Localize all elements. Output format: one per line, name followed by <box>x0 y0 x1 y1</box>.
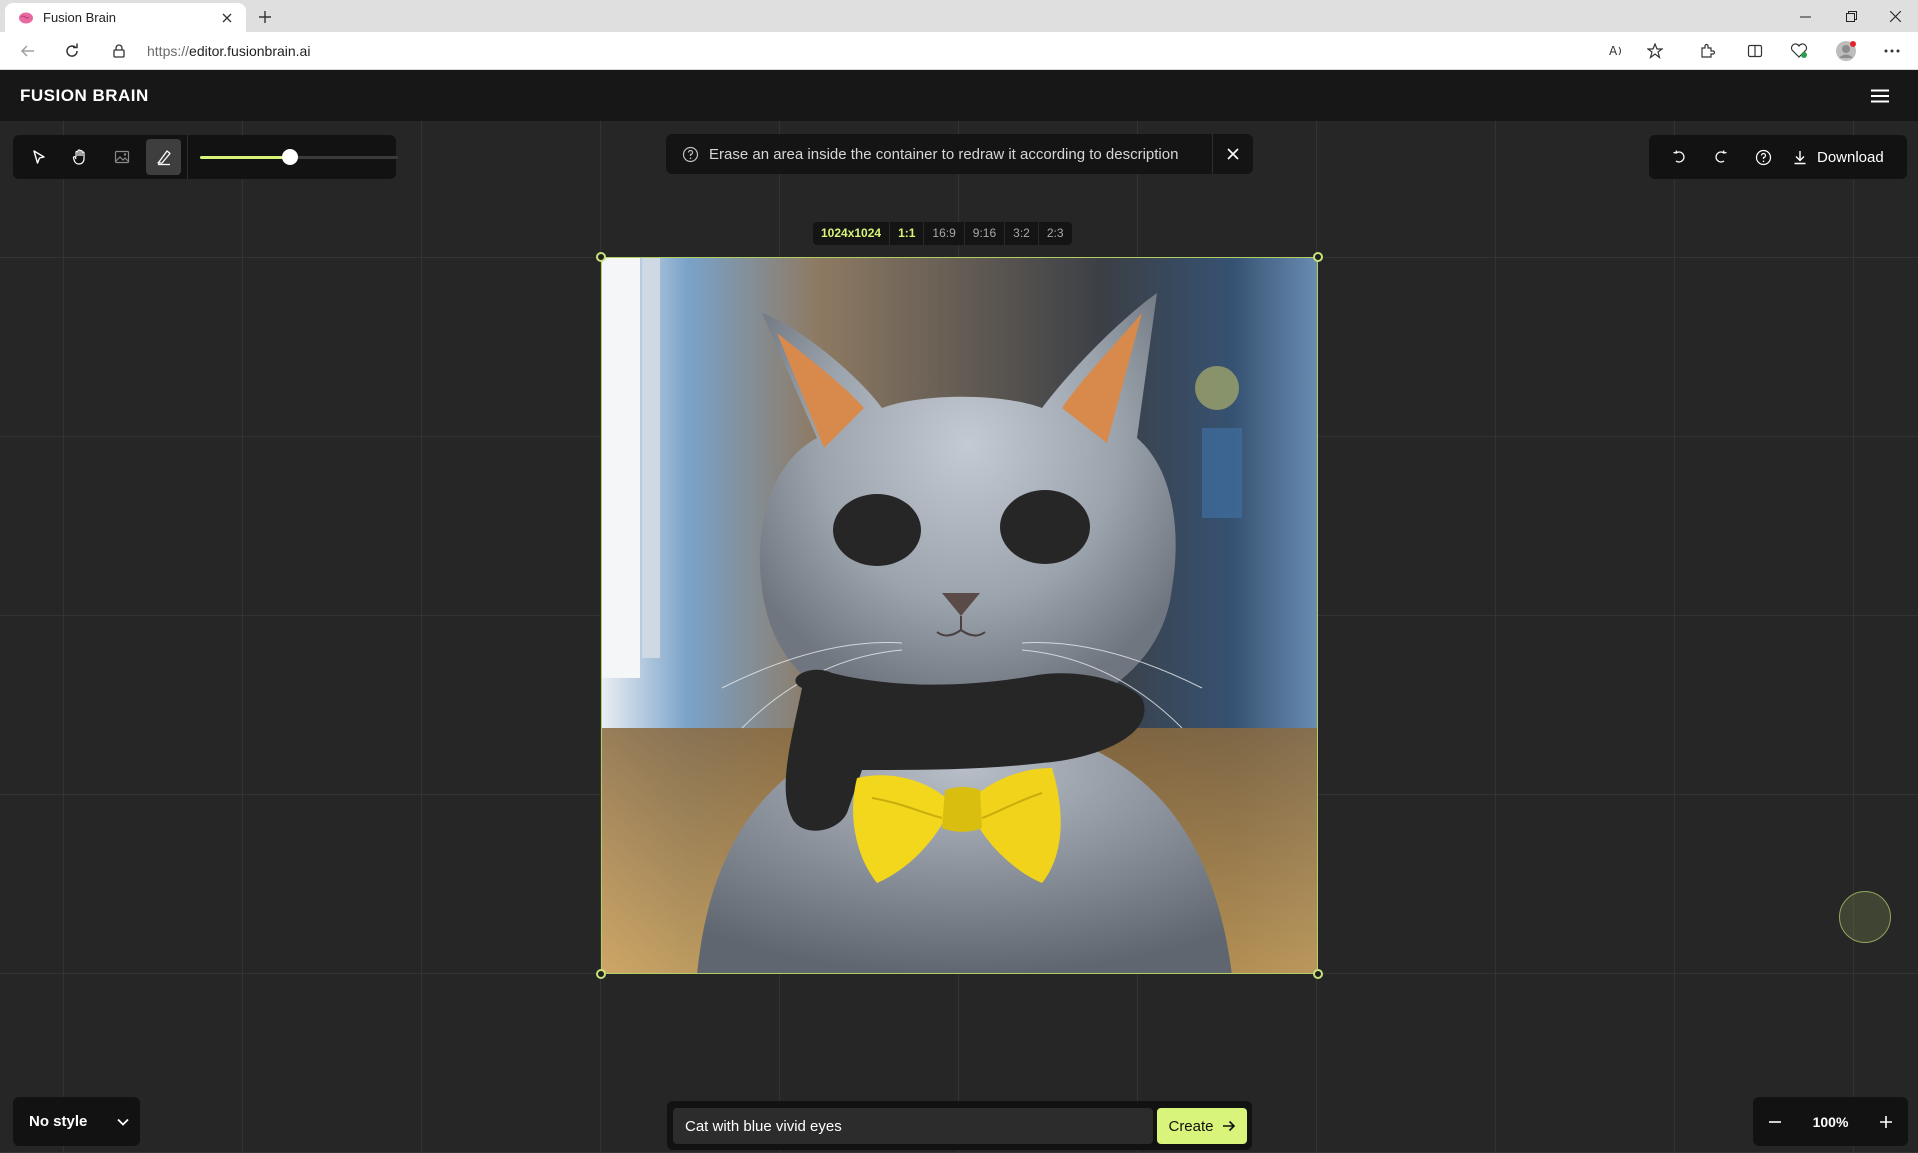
lock-icon[interactable] <box>105 44 133 58</box>
arrow-right-icon <box>1222 1120 1236 1132</box>
brush-size-slider[interactable] <box>200 147 399 167</box>
ratio-option-9-16[interactable]: 9:16 <box>963 222 1004 245</box>
tab-title: Fusion Brain <box>43 10 116 25</box>
address-bar[interactable]: https://editor.fusionbrain.ai <box>105 35 1665 67</box>
download-button[interactable]: Download <box>1793 149 1884 166</box>
new-tab-button[interactable] <box>252 4 278 30</box>
generated-cat-image[interactable] <box>602 258 1318 974</box>
create-button[interactable]: Create <box>1157 1108 1247 1144</box>
browser-tab[interactable]: Fusion Brain <box>5 3 246 32</box>
erased-right-eye <box>1000 490 1090 564</box>
favorite-star-icon[interactable] <box>1639 35 1671 67</box>
slider-knob[interactable] <box>282 149 299 165</box>
ratio-option-2-3[interactable]: 2:3 <box>1037 222 1072 245</box>
browser-toolbar: https://editor.fusionbrain.ai A <box>0 32 1918 70</box>
style-dropdown[interactable]: No style <box>13 1097 140 1146</box>
tool-panel <box>13 135 399 179</box>
download-label: Download <box>1817 148 1884 166</box>
chevron-down-icon <box>106 1118 140 1126</box>
minimize-icon[interactable] <box>1782 0 1828 32</box>
editor-canvas[interactable]: Erase an area inside the container to re… <box>0 121 1918 1153</box>
pan-hand-tool-button[interactable] <box>63 139 99 175</box>
resolution-label: 1024x1024 <box>821 226 882 240</box>
toolbar-divider <box>187 135 189 179</box>
prompt-input[interactable] <box>673 1108 1153 1144</box>
erased-left-eye <box>833 494 921 566</box>
hint-close-icon[interactable] <box>1213 134 1253 174</box>
create-label: Create <box>1168 1117 1214 1135</box>
extensions-icon[interactable] <box>1691 35 1723 67</box>
slider-fill <box>200 156 291 159</box>
browser-tab-strip: Fusion Brain <box>0 0 1918 32</box>
restore-icon[interactable] <box>1828 0 1874 32</box>
more-options-icon[interactable] <box>1876 35 1908 67</box>
url-text: https://editor.fusionbrain.ai <box>147 43 310 59</box>
resize-handle-top-right[interactable] <box>1313 252 1323 262</box>
split-screen-icon[interactable] <box>1739 35 1771 67</box>
profile-avatar-icon[interactable] <box>1830 35 1862 67</box>
style-selected-label: No style <box>29 1113 88 1130</box>
action-panel: Download <box>1649 135 1907 179</box>
resize-handle-bottom-right[interactable] <box>1313 969 1323 979</box>
image-container[interactable] <box>601 257 1318 974</box>
zoom-control: 100% <box>1753 1097 1908 1146</box>
brush-cursor <box>1839 891 1891 943</box>
zoom-in-icon[interactable] <box>1870 1106 1902 1138</box>
download-icon <box>1793 150 1807 165</box>
browser-essentials-icon[interactable] <box>1783 35 1815 67</box>
url-host: editor.fusionbrain.ai <box>189 43 311 59</box>
prompt-bar: Create <box>667 1101 1252 1150</box>
select-tool-button[interactable] <box>21 139 57 175</box>
read-aloud-icon[interactable]: A <box>1600 35 1632 67</box>
window-close-icon[interactable] <box>1872 0 1918 32</box>
brain-favicon-icon <box>17 9 35 27</box>
svg-text:A: A <box>1609 44 1618 58</box>
resize-handle-bottom-left[interactable] <box>596 969 606 979</box>
back-icon[interactable] <box>12 35 44 67</box>
reload-icon[interactable] <box>56 35 88 67</box>
help-icon[interactable] <box>1745 139 1781 175</box>
resize-handle-top-left[interactable] <box>596 252 606 262</box>
hint-banner: Erase an area inside the container to re… <box>666 134 1253 174</box>
help-circle-icon <box>682 146 699 163</box>
menu-icon[interactable] <box>1868 84 1892 108</box>
hint-text: Erase an area inside the container to re… <box>709 145 1179 163</box>
url-scheme: https:// <box>147 43 190 59</box>
undo-icon[interactable] <box>1661 139 1697 175</box>
zoom-level: 100% <box>1812 1113 1849 1130</box>
tab-close-icon[interactable] <box>218 9 236 27</box>
redo-icon[interactable] <box>1703 139 1739 175</box>
app-header: FUSION BRAIN <box>0 70 1918 121</box>
eraser-tool-button[interactable] <box>145 139 182 175</box>
ratio-option-3-2[interactable]: 3:2 <box>1004 222 1038 245</box>
zoom-out-icon[interactable] <box>1759 1106 1791 1138</box>
app-logo[interactable]: FUSION BRAIN <box>20 86 149 106</box>
image-edit-tool-button[interactable] <box>104 139 140 175</box>
ratio-option-16-9[interactable]: 16:9 <box>923 222 963 245</box>
aspect-ratio-selector: 1024x1024 1:1 16:9 9:16 3:2 2:3 <box>813 222 1072 245</box>
ratio-option-1-1[interactable]: 1:1 <box>889 222 923 245</box>
